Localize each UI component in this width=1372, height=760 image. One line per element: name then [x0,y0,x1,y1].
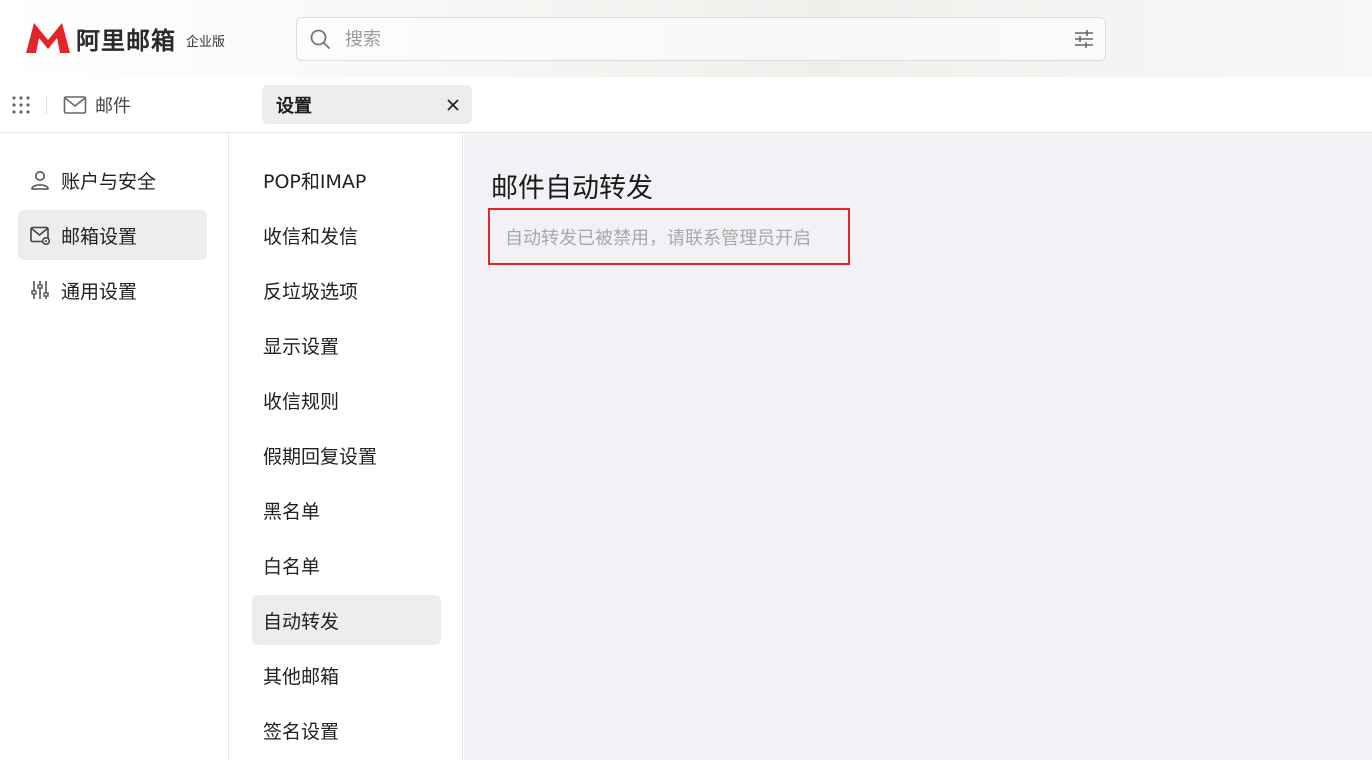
submenu-item-auto-forward[interactable]: 自动转发 [252,595,441,645]
tab-settings-label: 设置 [276,95,312,117]
sidebar-item-label: 邮箱设置 [61,225,138,248]
apps-grid-icon[interactable] [11,95,31,115]
submenu-item-antispam[interactable]: 反垃圾选项 [252,265,441,315]
sidebar-item-general-settings[interactable]: 通用设置 [18,265,207,315]
sidebar-item-mailbox-settings[interactable]: 邮箱设置 [18,210,207,260]
nav-divider [46,96,47,114]
submenu-item-label: POP和IMAP [263,170,367,193]
submenu-item-pop-imap[interactable]: POP和IMAP [252,155,441,205]
auto-forward-disabled-notice: 自动转发已被禁用，请联系管理员开启 [488,208,850,265]
submenu-item-label: 显示设置 [263,335,340,358]
sidebar-item-label: 通用设置 [61,280,138,303]
close-icon[interactable] [446,98,460,112]
logo-m-icon [26,23,70,53]
top-bar: 阿里邮箱 企业版 [0,0,1372,77]
user-icon [31,171,49,190]
submenu-item-signature[interactable]: 签名设置 [252,705,441,755]
notice-text: 自动转发已被禁用，请联系管理员开启 [505,227,811,249]
brand-logo[interactable]: 阿里邮箱 企业版 [24,20,225,56]
settings-sidebar: 账户与安全 邮箱设置 通用设置 [0,133,229,760]
submenu-item-send-receive[interactable]: 收信和发信 [252,210,441,260]
sidebar-item-label: 账户与安全 [61,170,157,193]
submenu-item-label: 自动转发 [263,610,340,633]
sliders-icon [31,281,49,299]
submenu-item-display[interactable]: 显示设置 [252,320,441,370]
filter-settings-icon[interactable] [1073,28,1095,50]
brand-edition: 企业版 [186,34,226,50]
search-icon [310,29,330,49]
submenu-item-label: 签名设置 [263,720,340,743]
submenu-item-label: 收信和发信 [263,225,359,248]
mail-icon [63,96,87,114]
brand-name: 阿里邮箱 [76,26,176,55]
mailbox-settings-submenu: POP和IMAP 收信和发信 反垃圾选项 显示设置 收信规则 假期回复设置 黑名… [230,133,463,760]
mail-nav-link[interactable]: 邮件 [63,91,131,119]
submenu-item-label: 反垃圾选项 [263,280,359,303]
page-title: 邮件自动转发 [491,173,653,204]
submenu-item-label: 其他邮箱 [263,665,340,688]
submenu-item-other-mailboxes[interactable]: 其他邮箱 [252,650,441,700]
submenu-item-vacation-reply[interactable]: 假期回复设置 [252,430,441,480]
submenu-item-whitelist[interactable]: 白名单 [252,540,441,590]
mailbox-settings-icon [30,226,51,246]
sidebar-item-account-security[interactable]: 账户与安全 [18,155,207,205]
submenu-item-blacklist[interactable]: 黑名单 [252,485,441,535]
submenu-item-inbox-rules[interactable]: 收信规则 [252,375,441,425]
nav-bar: 邮件 设置 [0,77,1372,133]
submenu-item-label: 白名单 [263,555,321,578]
settings-content: 邮件自动转发 自动转发已被禁用，请联系管理员开启 [464,133,1372,760]
search-input[interactable] [345,19,1073,59]
submenu-item-label: 黑名单 [263,500,321,523]
submenu-item-label: 假期回复设置 [263,445,378,468]
submenu-item-label: 收信规则 [263,390,340,413]
mail-nav-label: 邮件 [95,96,131,117]
search-box [296,17,1106,61]
tab-settings[interactable]: 设置 [262,85,472,124]
